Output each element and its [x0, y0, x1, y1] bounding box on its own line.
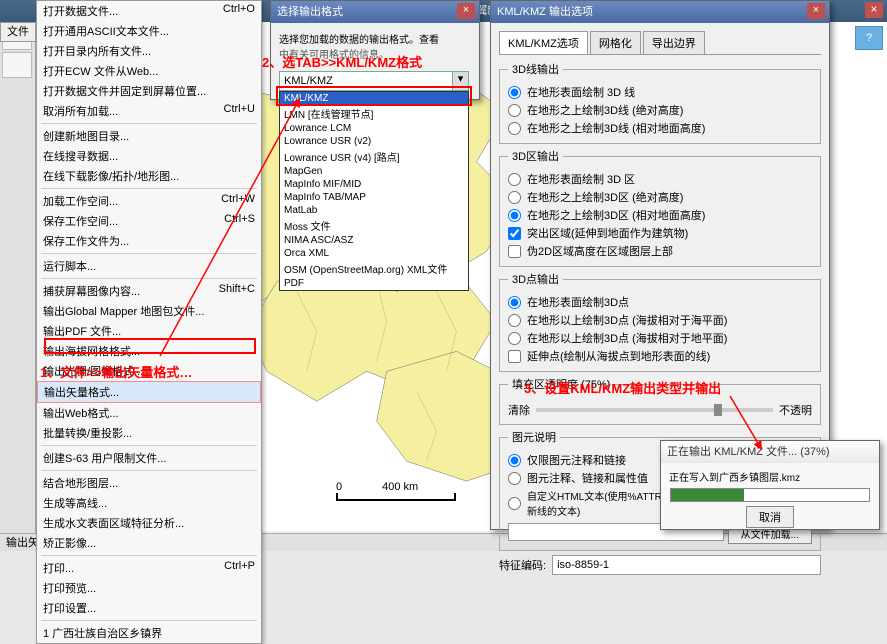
dialog-select-format: 选择输出格式 × 选择您加载的数据的输出格式。查看 中有关可用格式的信息。 KM…	[270, 0, 480, 100]
file-dropdown-menu: 打开数据文件...Ctrl+O打开通用ASCII文本文件...打开目录内所有文件…	[36, 0, 262, 644]
format-option[interactable]: MapGen	[280, 165, 468, 178]
tab-kml-options[interactable]: KML/KMZ选项	[499, 31, 588, 54]
encoding-select[interactable]: iso-8859-1	[552, 555, 821, 575]
format-prompt: 选择您加载的数据的输出格式。查看	[279, 31, 471, 46]
format-option[interactable]: Moss 文件	[280, 217, 468, 234]
progress-bar	[670, 488, 870, 502]
menu-item[interactable]: 创建S-63 用户限制文件...	[37, 448, 261, 468]
format-dropdown-list[interactable]: KML/KMZLMN [在线管理节点]Lowrance LCMLowrance …	[279, 91, 469, 291]
radio-desc-name[interactable]	[508, 454, 521, 467]
format-option[interactable]: MapInfo TAB/MAP	[280, 191, 468, 204]
format-option[interactable]: MatLab	[280, 204, 468, 217]
left-toolbar	[0, 22, 36, 551]
scale-bar: 0400 km	[336, 481, 456, 501]
menu-item[interactable]: 在线下载影像/拓扑/地形图...	[37, 166, 261, 186]
close-icon[interactable]: ×	[457, 3, 475, 19]
group-3d-line: 3D线输出 在地形表面绘制 3D 线 在地形之上绘制3D线 (绝对高度) 在地形…	[499, 61, 821, 144]
menu-item[interactable]: 取消所有加载...Ctrl+U	[37, 101, 261, 121]
menu-item[interactable]: 输出Global Mapper 地图包文件...	[37, 301, 261, 321]
format-option[interactable]: NIMA ASC/ASZ	[280, 234, 468, 247]
menu-item[interactable]: 运行脚本...	[37, 256, 261, 276]
tab-grid[interactable]: 网格化	[590, 31, 641, 54]
radio-3darea-surface[interactable]	[508, 173, 521, 186]
menu-item[interactable]: 加载工作空间...Ctrl+W	[37, 191, 261, 211]
format-combobox[interactable]: KML/KMZ ▾	[279, 71, 469, 91]
menu-item[interactable]: 保存工作文件为...	[37, 231, 261, 251]
dialog-title[interactable]: 正在输出 KML/KMZ 文件... (37%)	[661, 441, 879, 463]
chk-extend-point[interactable]	[508, 350, 521, 363]
menu-item[interactable]: 打印...Ctrl+P	[37, 558, 261, 578]
menu-item[interactable]: 输出PDF 文件...	[37, 321, 261, 341]
progress-text: 正在写入到广西乡镇图层.kmz	[669, 469, 871, 484]
radio-3dline-abs[interactable]	[508, 104, 521, 117]
menu-item[interactable]: 1 广西壮族自治区乡镇界	[37, 623, 261, 643]
menu-item[interactable]: 在线搜寻数据...	[37, 146, 261, 166]
format-option[interactable]: PDF	[280, 277, 468, 290]
menu-item[interactable]: 批量转换/重投影...	[37, 423, 261, 443]
menu-item[interactable]: 打开数据文件并固定到屏幕位置...	[37, 81, 261, 101]
radio-desc-html[interactable]	[508, 497, 521, 510]
dialog-title[interactable]: 选择输出格式 ×	[271, 1, 479, 23]
menu-item[interactable]: 保存工作空间...Ctrl+S	[37, 211, 261, 231]
radio-desc-attrs[interactable]	[508, 472, 521, 485]
encoding-label: 特征编码:	[499, 557, 546, 573]
close-icon[interactable]: ×	[865, 2, 883, 18]
radio-3dpt-abs[interactable]	[508, 314, 521, 327]
menu-item[interactable]: 结合地形图层...	[37, 473, 261, 493]
format-option[interactable]: Platte River/Whitestar/Geographix 文件	[280, 290, 468, 291]
file-menu-button[interactable]: 文件	[0, 22, 36, 42]
format-option[interactable]: OSM (OpenStreetMap.org) XML文件	[280, 260, 468, 277]
menu-item[interactable]: 输出Web格式...	[37, 403, 261, 423]
menu-item[interactable]: 生成水文表面区域特征分析...	[37, 513, 261, 533]
menu-item[interactable]: 矫正影像...	[37, 533, 261, 553]
tab-bounds[interactable]: 导出边界	[643, 31, 705, 54]
chk-fake2d[interactable]	[508, 245, 521, 258]
menu-item[interactable]: 打印设置...	[37, 598, 261, 618]
format-option[interactable]: Lowrance USR (v4) [路点]	[280, 148, 468, 165]
menu-item[interactable]: 输出矢量格式...	[37, 381, 261, 403]
menu-item[interactable]: 创建新地图目录...	[37, 126, 261, 146]
radio-3dline-surface[interactable]	[508, 86, 521, 99]
format-option[interactable]: KML/KMZ	[280, 92, 468, 105]
dialog-title[interactable]: KML/KMZ 输出选项 ×	[491, 1, 829, 23]
group-3d-point: 3D点输出 在地形表面绘制3D点 在地形以上绘制3D点 (海拔相对于海平面) 在…	[499, 271, 821, 372]
menu-item[interactable]: 打开数据文件...Ctrl+O	[37, 1, 261, 21]
toolbar-button[interactable]	[2, 52, 32, 78]
menu-item[interactable]: 打印预览...	[37, 578, 261, 598]
menu-item[interactable]: 捕获屏幕图像内容...Shift+C	[37, 281, 261, 301]
close-icon[interactable]: ×	[807, 3, 825, 19]
cancel-button[interactable]: 取消	[746, 506, 794, 528]
group-3d-area: 3D区输出 在地形表面绘制 3D 区 在地形之上绘制3D区 (绝对高度) 在地形…	[499, 148, 821, 267]
menu-item[interactable]: 打开目录内所有文件...	[37, 41, 261, 61]
dialog-progress: 正在输出 KML/KMZ 文件... (37%) 正在写入到广西乡镇图层.kmz…	[660, 440, 880, 530]
radio-3darea-rel[interactable]	[508, 209, 521, 222]
radio-3dpt-surface[interactable]	[508, 296, 521, 309]
radio-3dpt-rel[interactable]	[508, 332, 521, 345]
help-icon[interactable]: ?	[855, 26, 883, 50]
annotation-2: 2、选TAB>>KML/KMZ格式	[262, 52, 422, 71]
chevron-down-icon[interactable]: ▾	[452, 72, 468, 90]
format-option[interactable]: Lowrance LCM	[280, 122, 468, 135]
menu-item[interactable]: 生成等高线...	[37, 493, 261, 513]
annotation-1: 1、文件>>输出矢量格式…	[40, 362, 192, 381]
format-option[interactable]: MapInfo MIF/MID	[280, 178, 468, 191]
menu-item[interactable]: 打开ECW 文件从Web...	[37, 61, 261, 81]
chk-extrude-area[interactable]	[508, 227, 521, 240]
radio-3dline-rel[interactable]	[508, 122, 521, 135]
menu-item[interactable]: 输出海拔网格格式...	[37, 341, 261, 361]
tab-bar: KML/KMZ选项 网格化 导出边界	[499, 31, 821, 55]
annotation-3: 3、设置KML/KMZ输出类型并输出	[524, 378, 721, 397]
format-option[interactable]: Lowrance USR (v2)	[280, 135, 468, 148]
radio-3darea-abs[interactable]	[508, 191, 521, 204]
menu-item[interactable]: 打开通用ASCII文本文件...	[37, 21, 261, 41]
opacity-slider[interactable]	[536, 408, 773, 412]
format-option[interactable]: LMN [在线管理节点]	[280, 105, 468, 122]
format-option[interactable]: Orca XML	[280, 247, 468, 260]
